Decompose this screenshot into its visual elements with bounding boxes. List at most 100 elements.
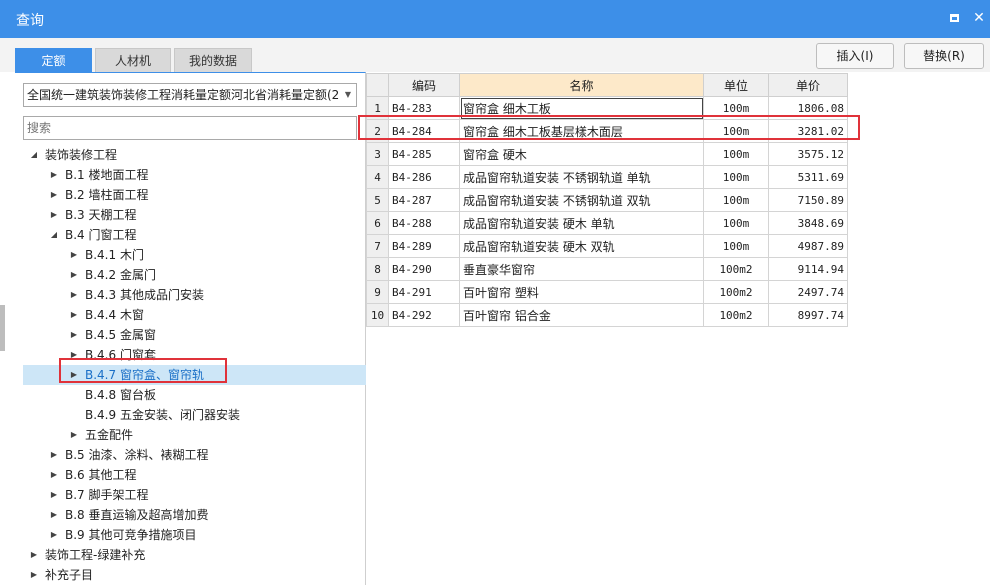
row-index-cell[interactable]: 8 [366,257,389,281]
tree-item[interactable]: ▶ B.3 天棚工程 [23,205,366,225]
code-cell[interactable]: B4-289 [388,234,460,258]
price-cell[interactable]: 1806.08 [768,96,848,120]
code-cell[interactable]: B4-284 [388,119,460,143]
tree-item[interactable]: ▶ B.8 垂直运输及超高增加费 [23,505,366,525]
insert-button[interactable]: 插入(I) [816,43,894,69]
tree-item[interactable]: ▶ B.9 其他可竞争措施项目 [23,525,366,545]
search-input[interactable] [23,116,357,140]
close-button[interactable]: ✕ [970,9,988,27]
col-code-header[interactable]: 编码 [388,73,460,97]
tree-item[interactable]: ▶ B.4.3 其他成品门安装 [23,285,366,305]
table-row[interactable]: 2 B4-284 窗帘盒 细木工板基层樣木面层 100m 3281.02 [366,119,848,143]
unit-cell[interactable]: 100m2 [703,280,769,304]
caret-collapsed-icon[interactable]: ▶ [29,545,39,565]
tab-quota[interactable]: 定额 [15,48,92,72]
name-cell[interactable]: 百叶窗帘 铝合金 [459,303,704,327]
row-index-cell[interactable]: 7 [366,234,389,258]
tree-item[interactable]: ▶ B.7 脚手架工程 [23,485,366,505]
table-row[interactable]: 7 B4-289 成品窗帘轨道安装 硬木 双轨 100m 4987.89 [366,234,848,258]
tree-item[interactable]: ▶ B.4.6 门窗套 [23,345,366,365]
tree-item[interactable]: ◢ B.4 门窗工程 [23,225,366,245]
caret-collapsed-icon[interactable]: ▶ [49,445,59,465]
row-index-cell[interactable]: 10 [366,303,389,327]
caret-collapsed-icon[interactable]: ▶ [49,485,59,505]
caret-expanded-icon[interactable]: ◢ [29,145,39,165]
caret-collapsed-icon[interactable]: ▶ [69,305,79,325]
name-cell[interactable]: 百叶窗帘 塑料 [459,280,704,304]
table-row[interactable]: 9 B4-291 百叶窗帘 塑料 100m2 2497.74 [366,280,848,304]
tree-item[interactable]: ▶ B.6 其他工程 [23,465,366,485]
row-index-cell[interactable]: 6 [366,211,389,235]
unit-cell[interactable]: 100m [703,142,769,166]
col-price-header[interactable]: 单价 [768,73,848,97]
library-select[interactable]: 全国统一建筑装饰装修工程消耗量定额河北省消耗量定额(20 ▼ [23,83,357,107]
name-cell[interactable]: 窗帘盒 硬木 [459,142,704,166]
tree-item[interactable]: ▶ 补充子目 [23,565,366,585]
row-index-cell[interactable]: 5 [366,188,389,212]
unit-cell[interactable]: 100m [703,165,769,189]
unit-cell[interactable]: 100m [703,96,769,120]
price-cell[interactable]: 3848.69 [768,211,848,235]
table-row[interactable]: 5 B4-287 成品窗帘轨道安装 不锈钢轨道 双轨 100m 7150.89 [366,188,848,212]
caret-collapsed-icon[interactable]: ▶ [69,425,79,445]
table-row[interactable]: 8 B4-290 垂直豪华窗帘 100m2 9114.94 [366,257,848,281]
unit-cell[interactable]: 100m2 [703,303,769,327]
table-row[interactable]: 3 B4-285 窗帘盒 硬木 100m 3575.12 [366,142,848,166]
price-cell[interactable]: 8997.74 [768,303,848,327]
tree-item[interactable]: ▶ B.5 油漆、涂料、裱糊工程 [23,445,366,465]
name-cell[interactable]: 窗帘盒 细木工板基层樣木面层 [459,119,704,143]
col-index-header[interactable] [366,73,389,97]
replace-button[interactable]: 替换(R) [904,43,984,69]
tree-item[interactable]: ▶ B.4.1 木门 [23,245,366,265]
code-cell[interactable]: B4-283 [388,96,460,120]
col-name-header[interactable]: 名称 [459,73,704,97]
tree-item[interactable]: ▶ 装饰工程-绿建补充 [23,545,366,565]
caret-collapsed-icon[interactable]: ▶ [49,165,59,185]
tree-item[interactable]: ◢ 装饰装修工程 [23,145,366,165]
unit-cell[interactable]: 100m [703,119,769,143]
tree-item[interactable]: ▶ B.4.2 金属门 [23,265,366,285]
price-cell[interactable]: 4987.89 [768,234,848,258]
name-cell[interactable]: 成品窗帘轨道安装 硬木 单轨 [459,211,704,235]
row-index-cell[interactable]: 3 [366,142,389,166]
caret-collapsed-icon[interactable]: ▶ [69,245,79,265]
tree-item[interactable]: B.4.9 五金安装、闭门器安装 [23,405,366,425]
name-cell[interactable]: 成品窗帘轨道安装 不锈钢轨道 单轨 [459,165,704,189]
caret-collapsed-icon[interactable]: ▶ [69,365,79,385]
name-cell[interactable]: 成品窗帘轨道安装 不锈钢轨道 双轨 [459,188,704,212]
table-row[interactable]: 10 B4-292 百叶窗帘 铝合金 100m2 8997.74 [366,303,848,327]
name-cell[interactable]: 成品窗帘轨道安装 硬木 双轨 [459,234,704,258]
caret-collapsed-icon[interactable]: ▶ [69,325,79,345]
tree-item[interactable]: ▶ B.2 墙柱面工程 [23,185,366,205]
price-cell[interactable]: 9114.94 [768,257,848,281]
row-index-cell[interactable]: 9 [366,280,389,304]
row-index-cell[interactable]: 2 [366,119,389,143]
row-index-cell[interactable]: 1 [366,96,389,120]
caret-collapsed-icon[interactable]: ▶ [29,565,39,585]
caret-collapsed-icon[interactable]: ▶ [49,465,59,485]
code-cell[interactable]: B4-285 [388,142,460,166]
caret-collapsed-icon[interactable]: ▶ [69,345,79,365]
code-cell[interactable]: B4-291 [388,280,460,304]
tree-item[interactable]: ▶ 五金配件 [23,425,366,445]
tree-item[interactable]: ▶ B.1 楼地面工程 [23,165,366,185]
price-cell[interactable]: 5311.69 [768,165,848,189]
table-row[interactable]: 1 B4-283 窗帘盒 细木工板 100m 1806.08 [366,96,848,120]
tree-item[interactable]: B.4.8 窗台板 [23,385,366,405]
price-cell[interactable]: 3575.12 [768,142,848,166]
tab-my-data[interactable]: 我的数据 [174,48,252,72]
code-cell[interactable]: B4-288 [388,211,460,235]
tab-labor-material-machine[interactable]: 人材机 [95,48,171,72]
caret-expanded-icon[interactable]: ◢ [49,225,59,245]
code-cell[interactable]: B4-292 [388,303,460,327]
caret-collapsed-icon[interactable]: ▶ [69,265,79,285]
row-index-cell[interactable]: 4 [366,165,389,189]
unit-cell[interactable]: 100m [703,211,769,235]
code-cell[interactable]: B4-287 [388,188,460,212]
unit-cell[interactable]: 100m [703,188,769,212]
price-cell[interactable]: 3281.02 [768,119,848,143]
code-cell[interactable]: B4-290 [388,257,460,281]
tree-item[interactable]: ▶ B.4.7 窗帘盒、窗帘轨 [23,365,366,385]
caret-collapsed-icon[interactable]: ▶ [49,205,59,225]
table-row[interactable]: 4 B4-286 成品窗帘轨道安装 不锈钢轨道 单轨 100m 5311.69 [366,165,848,189]
